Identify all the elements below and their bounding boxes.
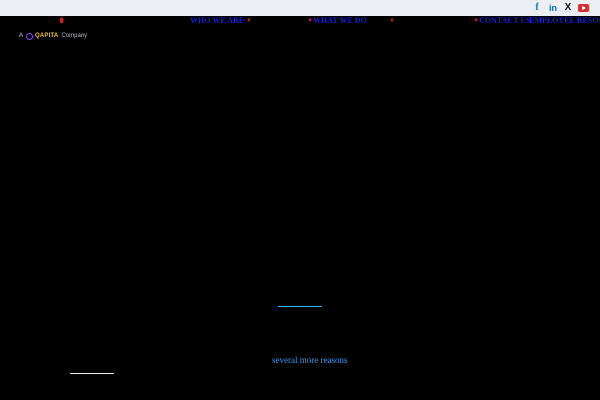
section-underline bbox=[278, 306, 322, 307]
page: f in X WHO WE ARE ▼ ▼ WHAT WE DO ▼ ▼ CON… bbox=[0, 0, 600, 400]
several-more-reasons-link[interactable]: several more reasons bbox=[272, 354, 347, 366]
nav-item-who-we-are[interactable]: WHO WE ARE bbox=[190, 15, 244, 27]
home-icon[interactable] bbox=[59, 17, 64, 23]
section-underline bbox=[70, 373, 114, 374]
social-bar: f in X bbox=[0, 0, 600, 16]
chevron-down-icon[interactable]: ▼ bbox=[246, 15, 252, 27]
nav-item-contact-us[interactable]: CONTACT US bbox=[479, 15, 531, 27]
nav-item-employee-resources[interactable]: EMPLOYEE RESOURCES bbox=[529, 15, 600, 27]
youtube-icon[interactable] bbox=[578, 4, 589, 12]
logo-brand: QAPITA bbox=[35, 33, 59, 39]
qapita-logo-icon bbox=[26, 32, 34, 40]
nav-item-what-we-do[interactable]: WHAT WE DO bbox=[313, 15, 367, 27]
x-icon[interactable]: X bbox=[563, 2, 573, 14]
logo-suffix: Company bbox=[61, 33, 88, 39]
company-logo[interactable]: A QAPITA Company bbox=[19, 31, 87, 41]
logo-prefix: A bbox=[19, 33, 24, 39]
chevron-down-icon[interactable]: ▼ bbox=[389, 15, 395, 27]
facebook-icon[interactable]: f bbox=[533, 2, 541, 14]
linkedin-icon[interactable]: in bbox=[547, 2, 559, 14]
